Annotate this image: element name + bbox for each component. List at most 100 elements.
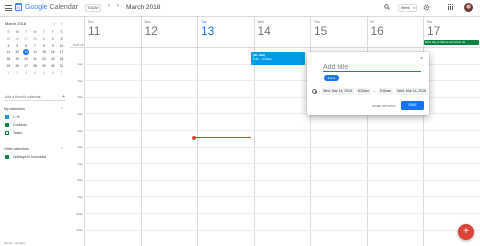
search-icon[interactable] [384, 4, 390, 10]
hour-label: 8am [77, 178, 83, 183]
mini-day[interactable]: 24 [57, 56, 66, 63]
day-number[interactable]: 14 [258, 24, 271, 38]
mini-day[interactable]: 29 [39, 63, 48, 70]
calendar-name: Tasks [13, 131, 22, 135]
event-type-chip[interactable]: Event [324, 75, 339, 81]
save-button[interactable]: SAVE [401, 101, 424, 110]
mini-day[interactable]: 16 [48, 49, 57, 56]
day-number[interactable]: 15 [314, 24, 327, 38]
hour-label: 1am [77, 62, 83, 67]
mini-day[interactable]: 12 [13, 49, 22, 56]
start-date-field[interactable]: Wed, Mar 14, 2018 [321, 88, 354, 95]
calendar-list-item[interactable]: L. H. [5, 114, 20, 121]
create-event-button[interactable]: + [458, 224, 474, 240]
day-number[interactable]: 13 [201, 24, 214, 38]
mini-day[interactable]: 27 [22, 36, 31, 43]
mini-day[interactable]: 26 [13, 36, 22, 43]
view-select-dropdown[interactable]: Week ▾ [398, 4, 417, 12]
mini-day[interactable]: 14 [31, 49, 40, 56]
mini-day[interactable]: 15 [39, 49, 48, 56]
mini-weekday-header: T [25, 30, 28, 34]
mini-day[interactable]: 18 [4, 56, 13, 63]
hour-gridline [84, 146, 480, 148]
mini-day[interactable]: 3 [57, 36, 66, 43]
apps-grid-icon[interactable] [448, 4, 454, 10]
mini-day[interactable]: 4 [4, 43, 13, 50]
day-column[interactable]: Sat 17 [423, 17, 480, 246]
terms-privacy-link[interactable]: Terms – Privacy [4, 241, 25, 245]
mini-day-selected[interactable]: 13 [23, 49, 30, 56]
day-number[interactable]: 12 [145, 24, 158, 38]
mini-day[interactable]: 30 [48, 63, 57, 70]
checkbox-icon[interactable] [5, 154, 9, 159]
holiday-event-chip[interactable]: Bali's Day of Silence and Hindu Ne [424, 40, 479, 45]
checkbox-icon[interactable] [5, 122, 9, 127]
my-calendars-header[interactable]: My calendars [4, 107, 25, 111]
add-friend-calendar-input[interactable]: Add a friend's calendar + [4, 94, 65, 101]
mini-prev-icon[interactable]: ‹ [54, 21, 55, 26]
mini-calendar-month: March 2018 [5, 21, 27, 26]
next-week-icon[interactable]: › [117, 3, 119, 9]
mini-day[interactable]: 7 [57, 70, 66, 77]
more-options-button[interactable]: MORE OPTIONS [372, 102, 395, 110]
mini-day[interactable]: 5 [13, 43, 22, 50]
gear-icon[interactable] [423, 4, 430, 11]
checkbox-icon[interactable] [5, 130, 9, 135]
calendar-list-item[interactable]: Holidays in Indonesia [5, 154, 46, 161]
close-icon[interactable]: × [420, 56, 423, 62]
calendar-list-item[interactable]: Tasks [5, 130, 22, 137]
mini-day[interactable]: 25 [4, 63, 13, 70]
mini-day[interactable]: 6 [22, 43, 31, 50]
mini-day[interactable]: 1 [39, 36, 48, 43]
add-icon[interactable]: + [62, 94, 65, 100]
day-column[interactable]: Tue 13 [197, 17, 254, 246]
day-column[interactable]: Mon 12 [140, 17, 198, 246]
mini-day[interactable]: 5 [39, 70, 48, 77]
day-column[interactable]: Sun 11 [84, 17, 141, 246]
avatar[interactable] [464, 3, 473, 12]
mini-day[interactable]: 7 [31, 43, 40, 50]
chevron-down-icon: ▾ [413, 6, 415, 10]
day-number[interactable]: 11 [88, 24, 100, 38]
checkbox-icon[interactable] [5, 114, 9, 119]
event-title-input[interactable] [323, 63, 421, 72]
mini-day[interactable]: 2 [48, 36, 57, 43]
mini-day[interactable]: 2 [13, 70, 22, 77]
mini-day[interactable]: 21 [31, 56, 40, 63]
calendar-list-item[interactable]: Contacts [5, 122, 27, 129]
mini-day[interactable]: 10 [57, 43, 66, 50]
prev-week-icon[interactable]: ‹ [108, 3, 110, 9]
end-date-field[interactable]: Wed, Mar 14, 2018 [395, 88, 428, 95]
mini-day[interactable]: 8 [39, 43, 48, 50]
mini-day[interactable]: 26 [13, 63, 22, 70]
mini-day[interactable]: 22 [39, 56, 48, 63]
collapse-icon[interactable]: ^ [61, 147, 63, 151]
mini-day[interactable]: 6 [48, 70, 57, 77]
end-time-field[interactable]: 9:30am [377, 88, 394, 95]
mini-day[interactable]: 1 [4, 70, 13, 77]
mini-day[interactable]: 20 [22, 56, 31, 63]
mini-day[interactable]: 19 [13, 56, 22, 63]
day-number[interactable]: 16 [371, 24, 384, 38]
start-time-field[interactable]: 8:30am [355, 88, 372, 95]
day-number[interactable]: 17 [427, 24, 440, 38]
mini-day[interactable]: 11 [4, 49, 13, 56]
mini-next-icon[interactable]: › [61, 21, 62, 26]
collapse-icon[interactable]: ^ [61, 107, 63, 111]
mini-day[interactable]: 28 [31, 63, 40, 70]
mini-day[interactable]: 9 [48, 43, 57, 50]
mini-day[interactable]: 31 [57, 63, 66, 70]
other-calendars-header[interactable]: Other calendars [4, 147, 29, 151]
mini-day[interactable]: 3 [22, 70, 31, 77]
hour-label: 9am [77, 194, 83, 199]
mini-day[interactable]: 23 [48, 56, 57, 63]
hour-label: 6am [77, 145, 83, 150]
new-event-block[interactable]: (No title) 8:30 – 9:30am [251, 52, 305, 65]
mini-day[interactable]: 25 [4, 36, 13, 43]
main-menu-icon[interactable] [5, 5, 12, 11]
mini-day[interactable]: 4 [31, 70, 40, 77]
mini-day[interactable]: 17 [57, 49, 66, 56]
today-button[interactable]: TODAY [85, 4, 101, 12]
mini-day[interactable]: 27 [22, 63, 31, 70]
mini-day[interactable]: 28 [31, 36, 40, 43]
